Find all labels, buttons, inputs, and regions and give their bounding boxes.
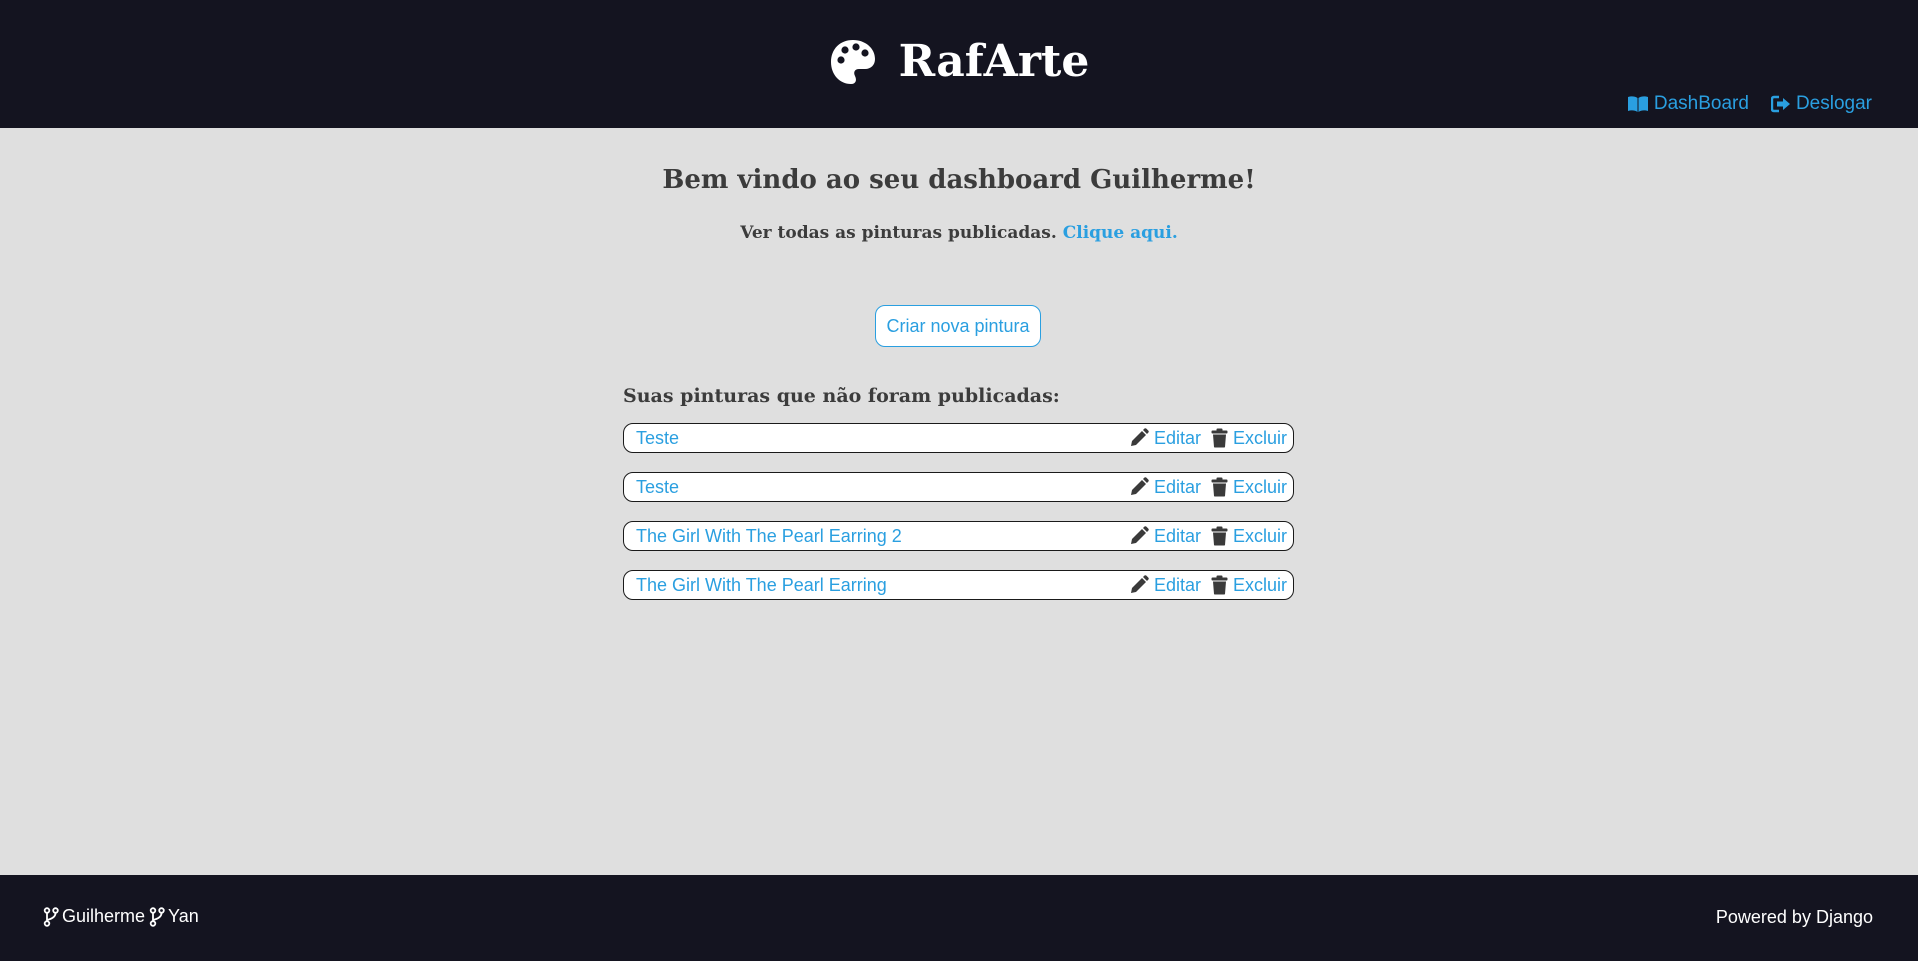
author-credit[interactable]: Guilherme: [43, 906, 145, 927]
pencil-icon: [1129, 575, 1149, 595]
painting-title-link[interactable]: Teste: [636, 428, 679, 449]
painting-actions: Editar Excluir: [1129, 575, 1287, 596]
brand-title: RafArte: [898, 36, 1090, 87]
edit-label: Editar: [1153, 525, 1201, 546]
edit-link[interactable]: Editar: [1129, 575, 1201, 596]
site-header: RafArte DashBoard Deslogar: [0, 0, 1918, 128]
author-credits: Guilherme Yan: [43, 906, 199, 927]
delete-label: Excluir: [1232, 427, 1287, 448]
painting-actions: Editar Excluir: [1129, 477, 1287, 498]
trash-icon: [1211, 526, 1228, 546]
pencil-icon: [1129, 526, 1149, 546]
delete-label: Excluir: [1232, 476, 1287, 497]
author-name: Yan: [168, 906, 199, 926]
trash-icon: [1211, 428, 1228, 448]
dashboard-label: DashBoard: [1653, 93, 1749, 114]
painting-title-link[interactable]: Teste: [636, 477, 679, 498]
welcome-heading: Bem vindo ao seu dashboard Guilherme!: [662, 165, 1256, 195]
edit-label: Editar: [1153, 476, 1201, 497]
painting-row: The Girl With The Pearl Earring Editar E…: [623, 570, 1294, 600]
unpublished-paintings-list: Teste Editar Excluir Teste Editar Exclui…: [623, 423, 1294, 619]
edit-label: Editar: [1153, 427, 1201, 448]
code-branch-icon: [149, 906, 165, 927]
trash-icon: [1211, 477, 1228, 497]
code-branch-icon: [43, 906, 59, 927]
published-paintings-line: Ver todas as pinturas publicadas. Clique…: [0, 223, 1918, 243]
powered-by: Powered by Django: [1715, 907, 1873, 927]
site-footer: Guilherme Yan Powered by Django: [0, 875, 1918, 961]
sign-out-icon: [1770, 95, 1791, 113]
painting-title-link[interactable]: The Girl With The Pearl Earring: [636, 575, 887, 596]
brand[interactable]: RafArte: [0, 36, 1918, 87]
unpublished-list-title: Suas pinturas que não foram publicadas:: [623, 385, 1060, 407]
published-paintings-text: Ver todas as pinturas publicadas.: [740, 223, 1057, 243]
dashboard-link[interactable]: DashBoard: [1627, 93, 1749, 115]
delete-link[interactable]: Excluir: [1211, 477, 1287, 498]
painting-actions: Editar Excluir: [1129, 526, 1287, 547]
pencil-icon: [1129, 477, 1149, 497]
delete-link[interactable]: Excluir: [1211, 428, 1287, 449]
edit-link[interactable]: Editar: [1129, 526, 1201, 547]
pencil-icon: [1129, 428, 1149, 448]
painting-title-link[interactable]: The Girl With The Pearl Earring 2: [636, 526, 902, 547]
top-nav: DashBoard Deslogar: [1627, 93, 1872, 115]
author-name: Guilherme: [62, 906, 146, 926]
palette-icon: [829, 38, 877, 86]
see-all-link[interactable]: Clique aqui.: [1063, 223, 1178, 243]
edit-label: Editar: [1153, 574, 1201, 595]
logout-link[interactable]: Deslogar: [1770, 93, 1872, 115]
logout-label: Deslogar: [1795, 93, 1872, 114]
delete-label: Excluir: [1232, 525, 1287, 546]
edit-link[interactable]: Editar: [1129, 477, 1201, 498]
create-painting-button[interactable]: Criar nova pintura: [875, 305, 1041, 347]
painting-actions: Editar Excluir: [1129, 428, 1287, 449]
book-open-icon: [1627, 95, 1649, 113]
delete-link[interactable]: Excluir: [1211, 526, 1287, 547]
edit-link[interactable]: Editar: [1129, 428, 1201, 449]
delete-link[interactable]: Excluir: [1211, 575, 1287, 596]
trash-icon: [1211, 575, 1228, 595]
painting-row: Teste Editar Excluir: [623, 423, 1294, 453]
delete-label: Excluir: [1232, 574, 1287, 595]
painting-row: The Girl With The Pearl Earring 2 Editar: [623, 521, 1294, 551]
author-credit[interactable]: Yan: [149, 906, 199, 927]
painting-row: Teste Editar Excluir: [623, 472, 1294, 502]
